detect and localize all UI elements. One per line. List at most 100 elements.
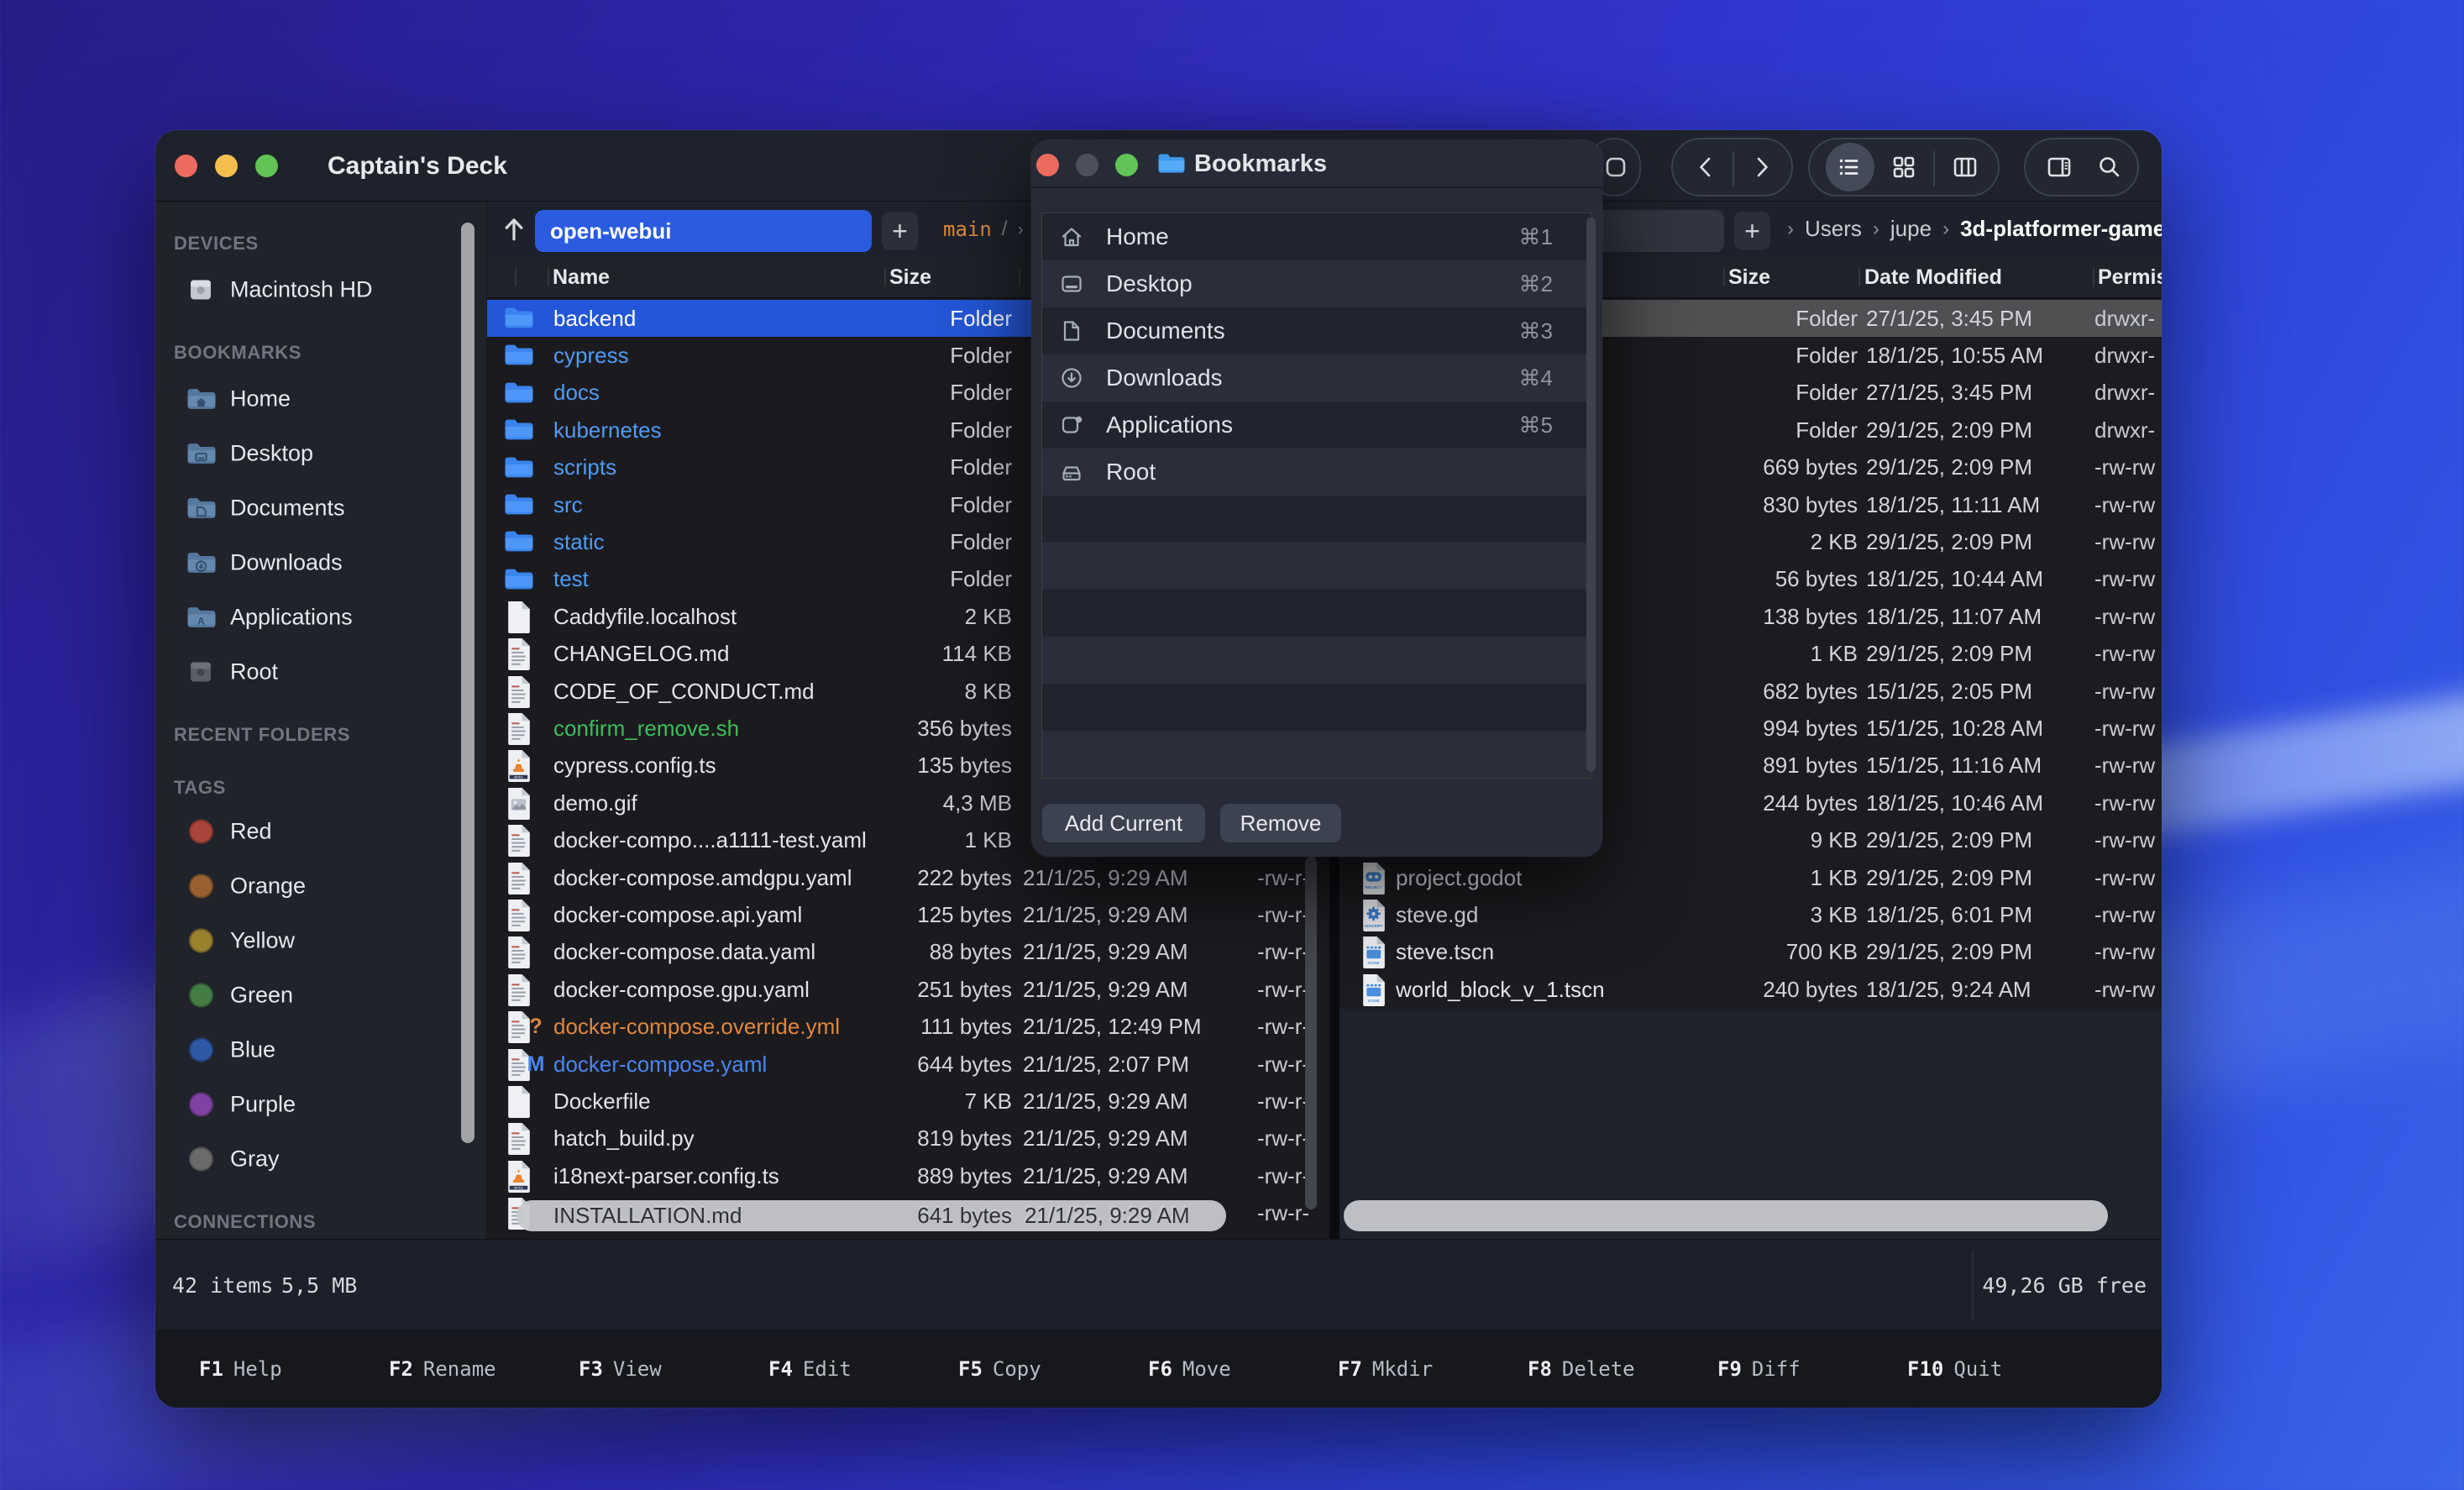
- zoom-button[interactable]: [1115, 154, 1138, 176]
- file-row[interactable]: MPEGi18next-parser.config.ts889 bytes21/…: [487, 1157, 1329, 1194]
- horizontal-scrollbar[interactable]: INSTALLATION.md 641 bytes 21/1/25, 9:29 …: [516, 1200, 1226, 1231]
- minimize-button[interactable]: [215, 155, 238, 177]
- svg-text:PROJECT: PROJECT: [1365, 884, 1382, 889]
- bookmark-item-downloads[interactable]: Downloads⌘4: [1042, 354, 1591, 401]
- file-row[interactable]: GDSCRIPTsteve.gd3 KB18/1/25, 6:01 PM-rw-…: [1339, 896, 2162, 933]
- file-row[interactable]: docker-compose.data.yaml88 bytes21/1/25,…: [487, 934, 1329, 971]
- bookmark-empty-row: [1042, 590, 1591, 637]
- sidebar-item-red[interactable]: Red: [186, 819, 272, 845]
- column-header-size[interactable]: Size: [1728, 256, 1770, 298]
- file-perms: -rw-r-: [1257, 1195, 1309, 1232]
- function-key-f1[interactable]: F1Help: [199, 1330, 282, 1408]
- grid-view-button[interactable]: [1890, 153, 1918, 181]
- git-branch[interactable]: main / ›: [943, 202, 1024, 256]
- file-perms: -rw-r-: [1257, 1046, 1309, 1083]
- file-size: 830 bytes: [1591, 486, 1858, 523]
- column-header-permissions[interactable]: Permis: [2098, 256, 2162, 298]
- function-key-number: F10: [1907, 1357, 1943, 1381]
- file-row[interactable]: docker-compose.api.yaml125 bytes21/1/25,…: [487, 896, 1329, 933]
- column-view-button[interactable]: [1951, 153, 1979, 181]
- file-row[interactable]: docker-compose.gpu.yaml251 bytes21/1/25,…: [487, 971, 1329, 1008]
- back-button[interactable]: [1692, 153, 1721, 181]
- file-size: Folder: [1591, 337, 1858, 374]
- file-name: Caddyfile.localhost: [553, 598, 737, 635]
- function-key-label: Rename: [423, 1357, 496, 1381]
- forward-button[interactable]: [1747, 153, 1775, 181]
- close-button[interactable]: [175, 155, 197, 177]
- stop-icon[interactable]: [1602, 153, 1630, 181]
- file-row[interactable]: hatch_build.py819 bytes21/1/25, 9:29 AM-…: [487, 1120, 1329, 1157]
- breadcrumb-users[interactable]: Users: [1805, 216, 1862, 242]
- file-perms: -rw-rw: [2094, 784, 2155, 821]
- breadcrumb-jupe[interactable]: jupe: [1890, 216, 1932, 242]
- file-size: 3 KB: [1591, 896, 1858, 933]
- remove-button[interactable]: Remove: [1220, 804, 1341, 842]
- column-header-date[interactable]: Date Modified: [1864, 256, 2002, 298]
- close-button[interactable]: [1036, 154, 1059, 176]
- sidebar-item-root[interactable]: Root: [186, 659, 278, 685]
- bookmark-item-desktop[interactable]: Desktop⌘2: [1042, 260, 1591, 307]
- sidebar-toggle-button[interactable]: [2045, 153, 2073, 181]
- sidebar-item-gray[interactable]: Gray: [186, 1146, 280, 1173]
- bookmark-item-root[interactable]: Root: [1042, 449, 1591, 496]
- up-directory-button[interactable]: [497, 212, 531, 246]
- column-header-name[interactable]: Name: [553, 256, 610, 298]
- sidebar-item-green[interactable]: Green: [186, 983, 293, 1009]
- file-row[interactable]: ?docker-compose.override.yml111 bytes21/…: [487, 1009, 1329, 1046]
- file-row[interactable]: SCENEworld_block_v_1.tscn240 bytes18/1/2…: [1339, 971, 2162, 1008]
- function-key-f2[interactable]: F2Rename: [389, 1330, 496, 1408]
- horizontal-scrollbar[interactable]: [1344, 1200, 2108, 1231]
- sidebar-item-documents[interactable]: Documents: [186, 496, 345, 522]
- function-key-label: Delete: [1562, 1357, 1635, 1381]
- sidebar-item-downloads[interactable]: Downloads: [186, 550, 343, 576]
- list-view-button[interactable]: [1836, 153, 1864, 181]
- function-key-f4[interactable]: F4Edit: [768, 1330, 852, 1408]
- search-button[interactable]: [2095, 153, 2124, 181]
- toolbar-divider: [1733, 151, 1734, 186]
- function-key-f8[interactable]: F8Delete: [1528, 1330, 1635, 1408]
- path-field[interactable]: open-webui: [535, 210, 872, 252]
- function-key-number: F6: [1148, 1357, 1172, 1381]
- zoom-button[interactable]: [255, 155, 278, 177]
- bookmark-item-applications[interactable]: Applications⌘5: [1042, 401, 1591, 449]
- function-key-f5[interactable]: F5Copy: [958, 1330, 1041, 1408]
- sidebar-item-desktop[interactable]: Desktop: [186, 441, 313, 467]
- list-scrollbar[interactable]: [1586, 218, 1596, 772]
- function-key-f10[interactable]: F10Quit: [1907, 1330, 2002, 1408]
- file-row[interactable]: docker-compose.amdgpu.yaml222 bytes21/1/…: [487, 859, 1329, 896]
- sidebar-item-home[interactable]: Home: [186, 386, 291, 412]
- vertical-scrollbar[interactable]: [1305, 857, 1317, 1209]
- sidebar-section-header: TAGS: [174, 777, 226, 799]
- function-key-f3[interactable]: F3View: [579, 1330, 662, 1408]
- bookmark-item-home[interactable]: Home⌘1: [1042, 213, 1591, 260]
- file-date: 27/1/25, 3:45 PM: [1866, 375, 2032, 412]
- new-tab-button[interactable]: +: [1734, 212, 1770, 250]
- sidebar-item-blue[interactable]: Blue: [186, 1037, 275, 1063]
- file-row[interactable]: Mdocker-compose.yaml644 bytes21/1/25, 2:…: [487, 1046, 1329, 1083]
- add-current-button[interactable]: Add Current: [1042, 804, 1205, 842]
- file-row[interactable]: PROJECTproject.godot1 KB29/1/25, 2:09 PM…: [1339, 859, 2162, 896]
- sidebar-item-macintosh-hd[interactable]: Macintosh HD: [186, 277, 373, 303]
- page-lines-icon: [502, 859, 534, 896]
- sidebar-item-applications[interactable]: AApplications: [186, 605, 353, 631]
- svg-text:SCENE: SCENE: [1367, 999, 1379, 1003]
- file-row[interactable]: SCENEsteve.tscn700 KB29/1/25, 2:09 PM-rw…: [1339, 934, 2162, 971]
- sidebar-scrollbar[interactable]: [461, 223, 474, 1143]
- column-header-size[interactable]: Size: [889, 256, 931, 298]
- sidebar-item-orange[interactable]: Orange: [186, 874, 306, 900]
- file-row[interactable]: Dockerfile7 KB21/1/25, 9:29 AM-rw-r-: [487, 1083, 1329, 1120]
- function-key-f6[interactable]: F6Move: [1148, 1330, 1231, 1408]
- bookmark-item-documents[interactable]: Documents⌘3: [1042, 307, 1591, 354]
- function-key-f9[interactable]: F9Diff: [1717, 1330, 1801, 1408]
- drive-silver-icon: [186, 277, 216, 302]
- bookmark-empty-row: [1042, 496, 1591, 543]
- function-key-label: Mkdir: [1372, 1357, 1433, 1381]
- applications-icon: [1059, 412, 1084, 438]
- breadcrumb-current[interactable]: 3d-platformer-game: [1960, 216, 2162, 242]
- file-perms: -rw-rw: [2094, 859, 2155, 896]
- sidebar-item-purple[interactable]: Purple: [186, 1092, 296, 1118]
- sidebar-item-yellow[interactable]: Yellow: [186, 928, 295, 954]
- file-size: 56 bytes: [1591, 561, 1858, 598]
- function-key-f7[interactable]: F7Mkdir: [1338, 1330, 1433, 1408]
- new-tab-button[interactable]: +: [882, 212, 918, 250]
